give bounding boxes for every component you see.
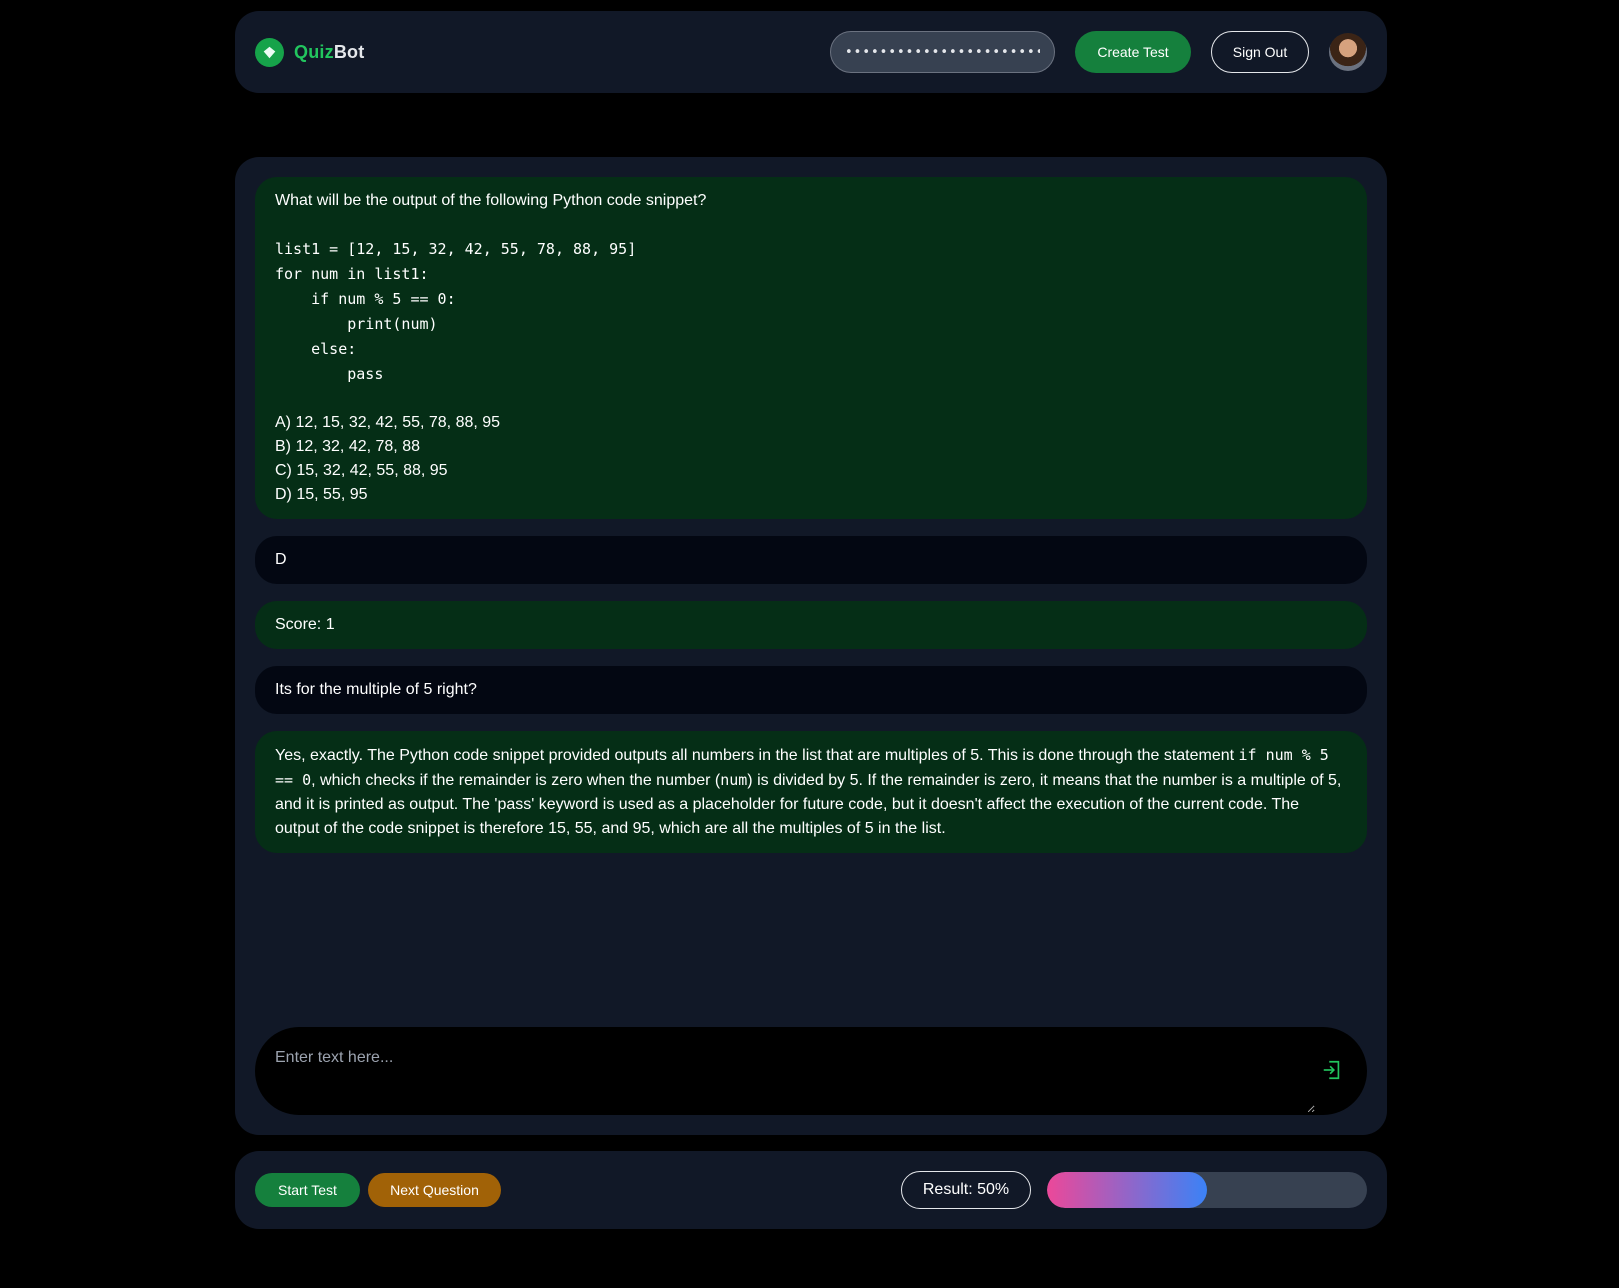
user-avatar[interactable] <box>1329 33 1367 71</box>
header-actions: Create Test Sign Out <box>830 31 1367 73</box>
top-bar: QuizBot Create Test Sign Out <box>235 11 1387 93</box>
chat-panel: What will be the output of the following… <box>235 157 1387 1135</box>
next-question-button[interactable]: Next Question <box>368 1173 501 1207</box>
app-name-bot: Bot <box>333 41 365 62</box>
user-message-answer: D <box>255 536 1367 584</box>
sign-out-button[interactable]: Sign Out <box>1211 31 1309 73</box>
logo[interactable]: QuizBot <box>255 37 364 67</box>
quizbot-logo-icon <box>255 37 284 67</box>
result-progress-bar <box>1047 1172 1367 1208</box>
app-name-quiz: Quiz <box>294 41 334 62</box>
question-options: A) 12, 15, 32, 42, 55, 78, 88, 95 B) 12,… <box>275 414 501 503</box>
result-badge: Result: 50% <box>901 1171 1031 1209</box>
explanation-text-a: Yes, exactly. The Python code snippet pr… <box>275 747 1239 764</box>
message-input[interactable] <box>255 1027 1315 1113</box>
user-message-followup: Its for the multiple of 5 right? <box>255 666 1367 714</box>
message-input-container <box>255 1027 1367 1115</box>
question-code: list1 = [12, 15, 32, 42, 55, 78, 88, 95]… <box>275 240 637 383</box>
bot-message-explanation: Yes, exactly. The Python code snippet pr… <box>255 731 1367 853</box>
question-intro: What will be the output of the following… <box>275 192 707 209</box>
explanation-code-b: num <box>720 771 748 789</box>
bot-message-question: What will be the output of the following… <box>255 177 1367 519</box>
result-progress-fill <box>1047 1172 1207 1208</box>
bottom-bar: Start Test Next Question Result: 50% <box>235 1151 1387 1229</box>
create-test-button[interactable]: Create Test <box>1075 31 1191 73</box>
api-key-field[interactable] <box>830 31 1055 73</box>
explanation-text-b: , which checks if the remainder is zero … <box>311 772 721 789</box>
start-test-button[interactable]: Start Test <box>255 1173 360 1207</box>
app-name: QuizBot <box>294 42 364 63</box>
bot-message-score: Score: 1 <box>255 601 1367 649</box>
send-icon[interactable] <box>1321 1059 1343 1081</box>
